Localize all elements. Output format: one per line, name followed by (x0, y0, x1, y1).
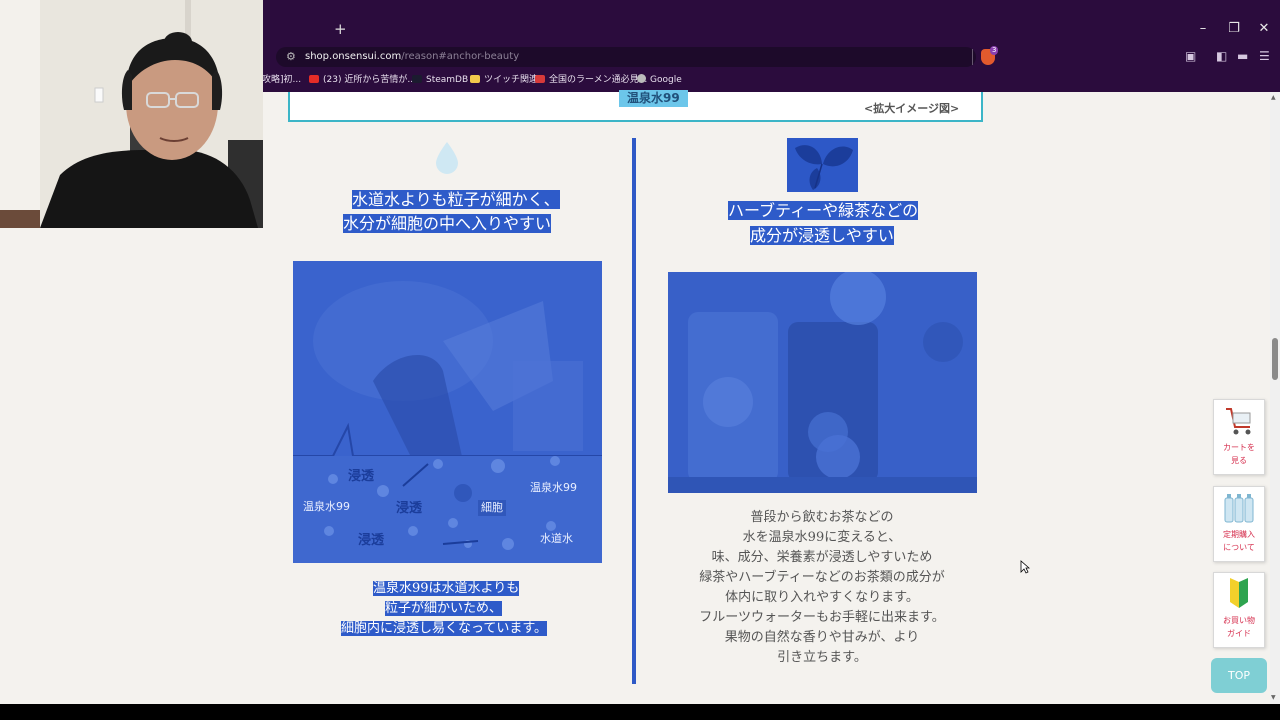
bookmark-item[interactable]: Google (637, 74, 682, 86)
streamer-webcam-image (0, 0, 263, 228)
penetrate-label-2: 浸透 (396, 501, 423, 516)
bookmark-item[interactable]: (23) 近所から苦情が... (309, 74, 416, 86)
tab-search-icon[interactable]: ▣ (1185, 49, 1196, 63)
penetrate-label-1: 浸透 (348, 469, 375, 484)
view-cart-button[interactable]: カートを 見る (1213, 399, 1265, 475)
fruit-water-photo (668, 272, 977, 493)
desc-line: 果物の自然な香りや甘みが、より (724, 630, 920, 645)
desc-line: 普段から飲むお茶などの (750, 510, 894, 525)
left-caption-line3: 細胞内に浸透し易くなっています。 (341, 621, 548, 636)
wallet-icon[interactable]: ▬ (1237, 49, 1248, 63)
ramen-site-icon (535, 75, 545, 83)
subs-label-line1: 定期購入 (1223, 530, 1255, 539)
zoom-caption: <拡大イメージ図> (864, 102, 960, 115)
water-drop-icon (436, 142, 458, 174)
penetrate-label-3: 浸透 (358, 533, 385, 548)
url-domain: shop.onsensui.com (305, 51, 402, 62)
globe-icon (637, 74, 646, 83)
right-heading-line2: 成分が浸透しやすい (750, 226, 894, 245)
cart-icon (1226, 408, 1251, 435)
cart-label-line1: カートを (1223, 443, 1255, 452)
scrollbar-thumb[interactable] (1272, 338, 1278, 380)
mouse-cursor-icon (1020, 560, 1030, 574)
cell-label: 細胞 (478, 500, 506, 516)
back-to-top-button[interactable]: TOP (1211, 658, 1267, 693)
page-scrollbar[interactable] (1270, 92, 1280, 704)
scroll-up-arrow-icon[interactable]: ▲ (1271, 94, 1276, 101)
site-info-icon[interactable]: ⚙ (286, 50, 296, 64)
url-path: /reason#anchor-beauty (401, 51, 520, 62)
desc-line: フルーツウォーターもお手軽に出来ます。 (699, 610, 945, 625)
guide-label-line1: お買い物 (1223, 616, 1255, 625)
onsensui-label-left: 温泉水99 (303, 500, 350, 513)
desc-line: 引き立ちます。 (777, 650, 867, 665)
onsensui-label: 温泉水99 (619, 90, 688, 107)
new-tab-button[interactable]: + (334, 20, 347, 38)
menu-icon[interactable]: ☰ (1259, 49, 1270, 63)
close-window-button[interactable]: ✕ (1249, 20, 1279, 38)
mint-leaf-graphic (795, 145, 853, 190)
bookmark-item[interactable]: 全国のラーメン通必見... (535, 74, 647, 86)
desc-line: 体内に取り入れやすくなります。 (725, 590, 919, 605)
scroll-down-arrow-icon[interactable]: ▼ (1271, 694, 1276, 701)
desc-line: 緑茶やハーブティーなどのお茶類の成分が (699, 570, 945, 585)
right-heading-line1: ハーブティーや緑茶などの (728, 201, 919, 220)
column-divider (632, 138, 636, 684)
onsensui-label-right: 温泉水99 (530, 481, 577, 494)
beginner-mark-icon (1230, 578, 1248, 608)
bottom-edge (0, 704, 1280, 720)
webcam-overlay (0, 0, 263, 228)
url-separator (972, 49, 973, 65)
screen: + – ❐ ✕ ⚙ shop.onsensui.com/reason#ancho… (0, 0, 1280, 720)
url-text[interactable]: shop.onsensui.com/reason#anchor-beauty (305, 50, 519, 64)
steamdb-icon (412, 75, 422, 83)
subs-label-line2: について (1223, 543, 1255, 552)
minimize-button[interactable]: – (1188, 20, 1218, 38)
fruit-water-illustration (668, 272, 977, 493)
left-caption-line2: 粒子が細かいため、 (385, 601, 503, 616)
right-description: 普段から飲むお茶などの 水を温泉水99に変えると、 味、成分、栄養素が浸透しやす… (672, 508, 972, 668)
youtube-icon (309, 75, 319, 83)
left-heading-line2: 水分が細胞の中へ入りやすい (343, 214, 552, 233)
cart-label-line2: 見る (1231, 456, 1247, 465)
left-caption-line1: 温泉水99は水道水よりも (373, 581, 520, 596)
bookmark-item[interactable]: 攻略]初... (262, 74, 301, 86)
desc-line: 水を温泉水99に変えると、 (742, 530, 902, 545)
left-heading-line1: 水道水よりも粒子が細かく、 (352, 190, 560, 209)
bookmark-folder[interactable]: ツイッチ関連 (470, 74, 538, 86)
cell-penetration-diagram: 浸透 浸透 浸透 温泉水99 温泉水99 細胞 水道水 (293, 261, 602, 563)
bookmark-item[interactable]: SteamDB (412, 74, 468, 86)
restore-button[interactable]: ❐ (1219, 20, 1249, 38)
desc-line: 味、成分、栄養素が浸透しやすいため (711, 550, 933, 565)
water-bottles-icon (1224, 494, 1254, 523)
folder-icon (470, 75, 480, 83)
shopping-guide-button[interactable]: お買い物 ガイド (1213, 572, 1265, 648)
subscription-info-button[interactable]: 定期購入 について (1213, 486, 1265, 562)
diagram-illustration (293, 261, 602, 563)
guide-label-line2: ガイド (1227, 629, 1251, 638)
sidebar-toggle-icon[interactable]: ◧ (1216, 49, 1227, 63)
mint-leaf-icon (787, 138, 858, 192)
tap-water-label: 水道水 (540, 532, 573, 545)
